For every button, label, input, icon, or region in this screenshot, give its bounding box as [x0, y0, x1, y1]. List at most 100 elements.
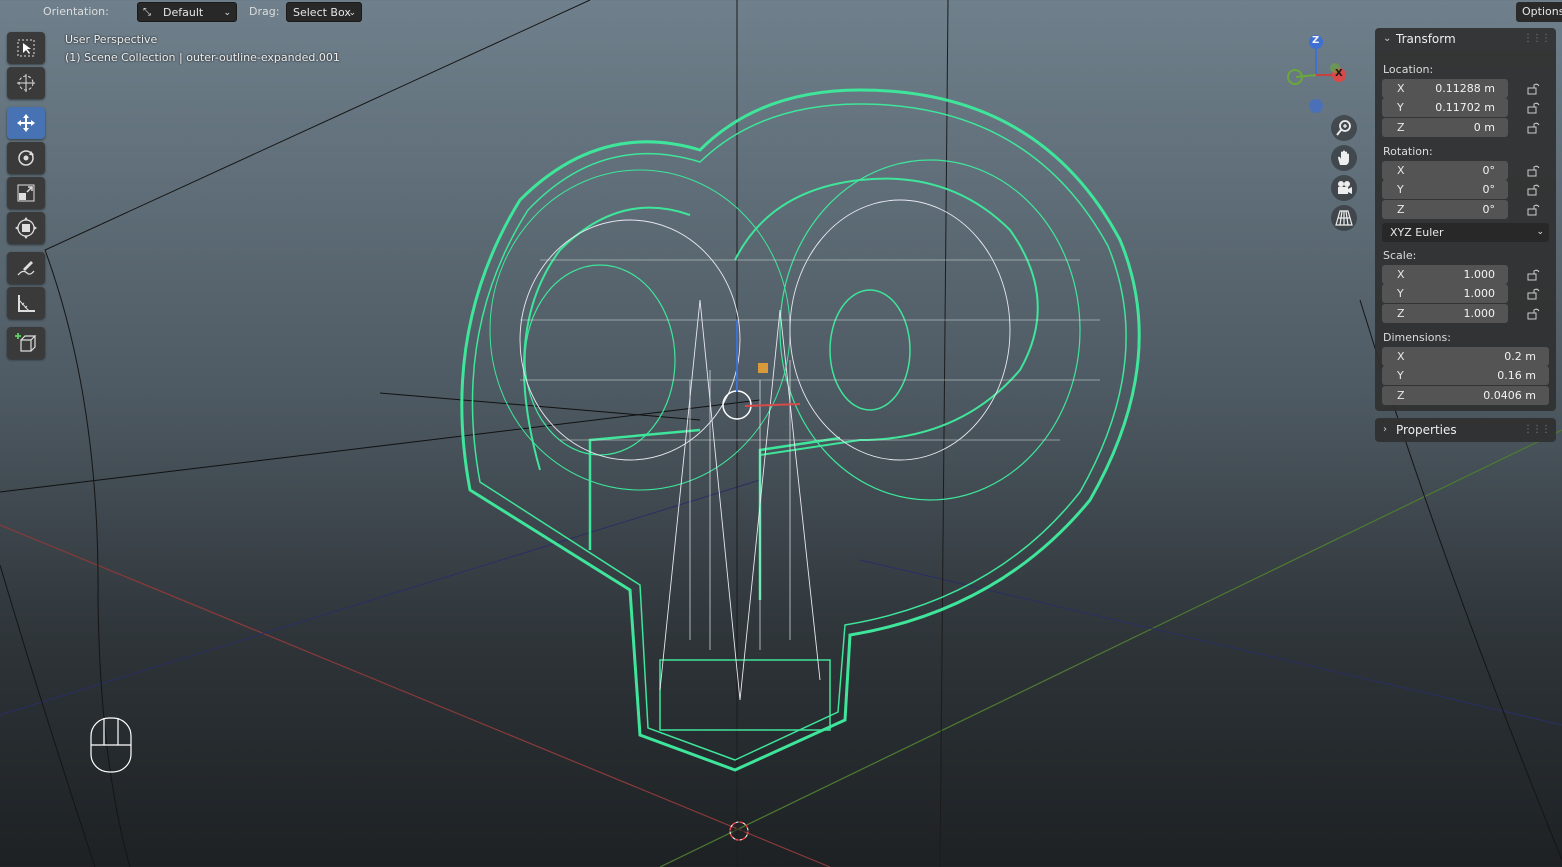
measure-ruler-icon — [18, 295, 35, 312]
transform-panel-header[interactable]: ⌄ Transform ⋮⋮⋮ — [1375, 28, 1556, 50]
x-axis-line — [0, 524, 831, 867]
lock-icon[interactable] — [1527, 165, 1541, 177]
field-value: 1.000 — [1463, 287, 1496, 300]
transform-panel: ⌄ Transform ⋮⋮⋮ Location: X 0.11288 m Y … — [1375, 28, 1556, 411]
collection-label: (1) Scene Collection | outer-outline-exp… — [65, 51, 340, 64]
lock-icon[interactable] — [1527, 269, 1541, 281]
grid-perspective-icon — [1335, 210, 1353, 226]
cursor-icon — [17, 74, 35, 92]
gizmo-x-arrow[interactable] — [744, 403, 801, 407]
wireframe-object[interactable] — [460, 88, 1141, 772]
perspective-toggle-button[interactable] — [1331, 205, 1357, 231]
lock-icon[interactable] — [1527, 83, 1541, 95]
options-button[interactable]: Options — [1516, 2, 1562, 22]
field-value: 0 m — [1473, 121, 1495, 134]
drag-label: Drag: — [249, 5, 280, 18]
mouse-indicator — [90, 717, 132, 773]
orientation-value: Default — [163, 6, 204, 19]
viewport-3d[interactable] — [0, 0, 1562, 867]
scale-z-field[interactable]: Z 1.000 — [1382, 304, 1508, 323]
location-y-field[interactable]: Y 0.11702 m — [1382, 98, 1508, 117]
grid-line — [859, 559, 1562, 726]
lock-icon[interactable] — [1527, 204, 1541, 216]
zoom-magnifier-icon — [1336, 120, 1351, 136]
zoom-button[interactable] — [1331, 115, 1357, 141]
rotation-z-field[interactable]: Z 0° — [1382, 200, 1508, 219]
options-label: Options — [1522, 5, 1562, 18]
tool-measure[interactable] — [7, 287, 45, 319]
field-value: 0.16 m — [1497, 369, 1536, 382]
gizmo-neg-z-circle[interactable] — [1309, 99, 1323, 113]
orientation-dropdown[interactable]: ⤡ Default ⌄ — [137, 2, 237, 22]
rotation-label: Rotation: — [1383, 145, 1433, 158]
tool-add-cube[interactable] — [7, 327, 45, 359]
properties-panel-header[interactable]: › Properties ⋮⋮⋮ — [1375, 419, 1556, 441]
tool-transform[interactable] — [7, 212, 45, 244]
tool-annotate[interactable] — [7, 252, 45, 284]
field-value: 0.11288 m — [1435, 82, 1495, 95]
hand-icon — [1338, 150, 1349, 165]
drag-grip-icon[interactable]: ⋮⋮⋮ — [1523, 28, 1551, 50]
field-value: 0.11702 m — [1435, 101, 1495, 114]
axis-label: Z — [1397, 307, 1405, 320]
dimensions-z-field[interactable]: Z 0.0406 m — [1382, 386, 1549, 405]
axis-label: X — [1397, 268, 1405, 281]
rotation-mode-value: XYZ Euler — [1390, 226, 1444, 239]
3d-cursor — [726, 818, 752, 844]
field-value: 0° — [1482, 203, 1496, 216]
axis-label: Z — [1397, 389, 1405, 402]
chevron-down-icon: ⌄ — [1383, 33, 1392, 44]
axis-label: Z — [1397, 121, 1405, 134]
field-value: 0° — [1482, 183, 1496, 196]
field-value: 1.000 — [1463, 307, 1496, 320]
scale-y-field[interactable]: Y 1.000 — [1382, 284, 1508, 303]
tool-move[interactable] — [7, 107, 45, 139]
chevron-right-icon: › — [1383, 424, 1387, 435]
lock-icon[interactable] — [1527, 102, 1541, 114]
orientation-label: Orientation: — [43, 5, 109, 18]
axis-label: Y — [1397, 369, 1404, 382]
scale-x-field[interactable]: X 1.000 — [1382, 265, 1508, 284]
lock-icon[interactable] — [1527, 288, 1541, 300]
axis-label: X — [1397, 164, 1405, 177]
drag-dropdown[interactable]: Select Box ⌄ — [286, 2, 362, 22]
axis-label: X — [1397, 350, 1405, 363]
location-z-field[interactable]: Z 0 m — [1382, 118, 1508, 137]
field-value: 0.0406 m — [1483, 389, 1536, 402]
transform-icon — [15, 217, 37, 239]
scale-icon — [17, 184, 35, 202]
camera-view-button[interactable] — [1331, 175, 1357, 201]
camera-icon — [1338, 181, 1352, 194]
lock-icon[interactable] — [1527, 308, 1541, 320]
rotation-x-field[interactable]: X 0° — [1382, 161, 1508, 180]
gizmo-x-label: X — [1335, 68, 1343, 79]
field-value: 1.000 — [1463, 268, 1496, 281]
tool-cursor[interactable] — [7, 67, 45, 99]
grid-line — [939, 0, 949, 867]
rotation-mode-dropdown[interactable]: XYZ Euler ⌄ — [1382, 223, 1549, 242]
properties-title: Properties — [1396, 423, 1457, 437]
properties-panel[interactable]: › Properties ⋮⋮⋮ — [1375, 418, 1556, 442]
dimensions-x-field[interactable]: X 0.2 m — [1382, 347, 1549, 366]
drag-grip-icon[interactable]: ⋮⋮⋮ — [1523, 419, 1551, 441]
dimensions-y-field[interactable]: Y 0.16 m — [1382, 366, 1549, 385]
pan-button[interactable] — [1331, 145, 1357, 171]
wire-outline — [44, 0, 591, 867]
chevron-down-icon: ⌄ — [223, 8, 231, 18]
field-value: 0.2 m — [1504, 350, 1536, 363]
tool-select-box[interactable] — [7, 32, 45, 64]
location-x-field[interactable]: X 0.11288 m — [1382, 79, 1508, 98]
tool-rotate[interactable] — [7, 142, 45, 174]
perspective-label: User Perspective — [65, 33, 158, 46]
drag-value: Select Box — [293, 6, 351, 19]
gizmo-plane-handle[interactable] — [758, 363, 768, 373]
lock-icon[interactable] — [1527, 184, 1541, 196]
annotate-pencil-icon — [17, 261, 35, 276]
rotation-y-field[interactable]: Y 0° — [1382, 180, 1508, 199]
dimensions-label: Dimensions: — [1383, 331, 1451, 344]
axis-label: Y — [1397, 183, 1404, 196]
tool-scale[interactable] — [7, 177, 45, 209]
wire-outline — [0, 564, 96, 867]
location-label: Location: — [1383, 63, 1434, 76]
lock-icon[interactable] — [1527, 122, 1541, 134]
